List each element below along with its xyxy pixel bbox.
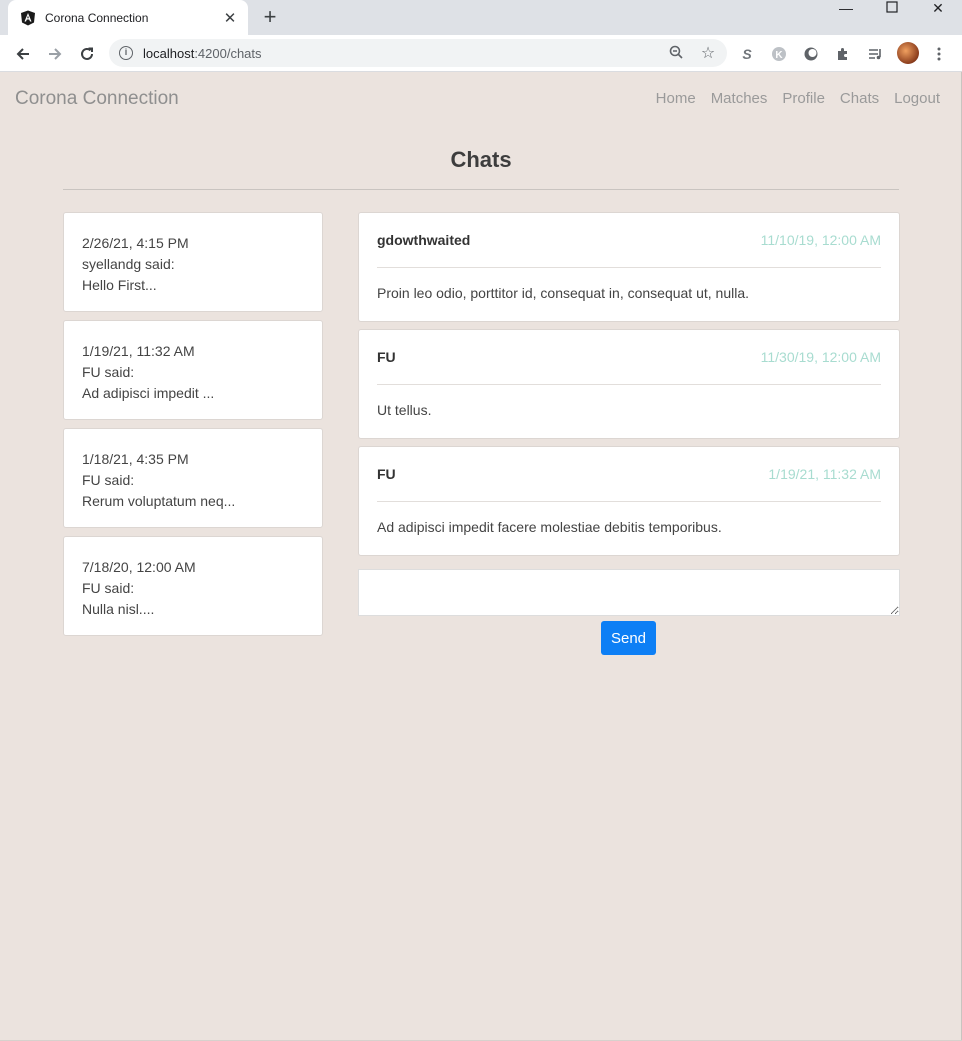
message-author: FU xyxy=(377,466,396,482)
svg-text:K: K xyxy=(775,50,783,61)
info-icon[interactable]: i xyxy=(119,46,133,60)
nav-logout[interactable]: Logout xyxy=(894,90,940,107)
nav-chats[interactable]: Chats xyxy=(840,90,879,107)
chat-list: 2/26/21, 4:15 PM syellandg said: Hello F… xyxy=(63,212,323,644)
reload-icon[interactable] xyxy=(76,43,98,65)
zoom-icon[interactable] xyxy=(667,45,685,62)
chat-preview: Hello First... xyxy=(82,277,157,293)
avatar[interactable] xyxy=(897,42,919,64)
close-icon[interactable]: ✕ xyxy=(222,9,238,27)
nav-matches[interactable]: Matches xyxy=(711,90,768,107)
chat-list-item[interactable]: 2/26/21, 4:15 PM syellandg said: Hello F… xyxy=(63,212,323,312)
extension-k-icon[interactable]: K xyxy=(768,43,790,65)
browser-toolbar: i localhost:4200/chats ☆ S K xyxy=(0,35,962,72)
url-host: localhost xyxy=(143,45,195,61)
tab-title: Corona Connection xyxy=(45,10,149,25)
chat-sender: FU said: xyxy=(82,364,135,380)
message-time: 1/19/21, 11:32 AM xyxy=(768,466,881,482)
chat-preview: Ad adipisci impedit ... xyxy=(82,385,215,401)
chat-time: 2/26/21, 4:15 PM xyxy=(82,235,189,251)
back-icon[interactable] xyxy=(12,43,34,65)
message-thread: gdowthwaited 11/10/19, 12:00 AM Proin le… xyxy=(358,212,900,563)
message-card: gdowthwaited 11/10/19, 12:00 AM Proin le… xyxy=(358,212,900,322)
message-author: gdowthwaited xyxy=(377,232,471,248)
message-time: 11/30/19, 12:00 AM xyxy=(760,349,881,365)
message-body: Ad adipisci impedit facere molestiae deb… xyxy=(377,519,722,535)
chat-list-item[interactable]: 1/19/21, 11:32 AM FU said: Ad adipisci i… xyxy=(63,320,323,420)
nav-profile[interactable]: Profile xyxy=(782,90,825,107)
chat-list-item[interactable]: 7/18/20, 12:00 AM FU said: Nulla nisl...… xyxy=(63,536,323,636)
chat-list-item[interactable]: 1/18/21, 4:35 PM FU said: Rerum voluptat… xyxy=(63,428,323,528)
chat-preview: Nulla nisl.... xyxy=(82,601,155,617)
message-time: 11/10/19, 12:00 AM xyxy=(760,232,881,248)
brand-logo-text[interactable]: Corona Connection xyxy=(15,88,179,110)
address-bar[interactable]: i localhost:4200/chats ☆ xyxy=(109,39,727,67)
message-header: FU 11/30/19, 12:00 AM xyxy=(377,330,881,385)
message-author: FU xyxy=(377,349,396,365)
chat-sender: FU said: xyxy=(82,580,135,596)
url-text[interactable]: localhost:4200/chats xyxy=(143,46,667,61)
message-card: FU 11/30/19, 12:00 AM Ut tellus. xyxy=(358,329,900,439)
send-button[interactable]: Send xyxy=(601,621,656,655)
message-body: Ut tellus. xyxy=(377,402,432,418)
chat-time: 1/18/21, 4:35 PM xyxy=(82,451,189,467)
window-close-icon[interactable]: ✕ xyxy=(920,0,956,16)
media-icon[interactable] xyxy=(864,43,886,65)
chat-preview: Rerum voluptatum neq... xyxy=(82,493,236,509)
nav-links: Home Matches Profile Chats Logout xyxy=(641,90,940,107)
chat-time: 7/18/20, 12:00 AM xyxy=(82,559,196,575)
reply-textarea[interactable] xyxy=(358,569,900,616)
browser-tabstrip: Corona Connection ✕ + — ✕ xyxy=(0,0,962,35)
minimize-icon[interactable]: — xyxy=(828,0,864,16)
maximize-icon[interactable] xyxy=(874,0,910,16)
chat-time: 1/19/21, 11:32 AM xyxy=(82,343,195,359)
plus-icon[interactable]: + xyxy=(258,6,282,30)
message-body: Proin leo odio, porttitor id, consequat … xyxy=(377,285,750,301)
star-icon[interactable]: ☆ xyxy=(699,43,717,63)
extension-circle-icon[interactable] xyxy=(800,43,822,65)
browser-tab[interactable]: Corona Connection ✕ xyxy=(8,0,248,35)
menu-icon[interactable] xyxy=(928,43,950,65)
nav-home[interactable]: Home xyxy=(656,90,696,107)
title-divider xyxy=(63,189,899,190)
angular-icon xyxy=(21,10,35,25)
puzzle-icon[interactable] xyxy=(832,43,854,65)
message-header: FU 1/19/21, 11:32 AM xyxy=(377,447,881,502)
chat-sender: FU said: xyxy=(82,472,135,488)
message-header: gdowthwaited 11/10/19, 12:00 AM xyxy=(377,213,881,268)
page-title: Chats xyxy=(450,147,512,172)
message-card: FU 1/19/21, 11:32 AM Ad adipisci impedit… xyxy=(358,446,900,556)
url-path: :4200/chats xyxy=(194,45,262,61)
chat-sender: syellandg said: xyxy=(82,256,175,272)
app-navbar: Corona Connection Home Matches Profile C… xyxy=(0,72,962,124)
forward-icon[interactable] xyxy=(44,43,66,65)
extension-s-icon[interactable]: S xyxy=(736,43,758,65)
